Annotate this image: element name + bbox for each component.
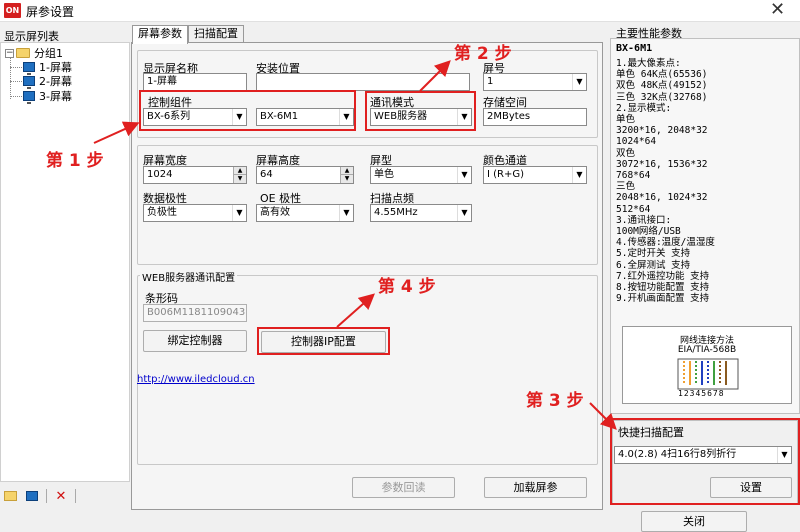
tab-screen-params[interactable]: 屏幕参数 — [132, 25, 188, 44]
step1-label: 第 1 步 — [46, 151, 104, 171]
step2-label: 第 2 步 — [454, 44, 512, 64]
step3-label: 第 3 步 — [526, 391, 584, 411]
annotation-arrows — [93, 60, 617, 430]
step4-label: 第 4 步 — [378, 277, 436, 297]
